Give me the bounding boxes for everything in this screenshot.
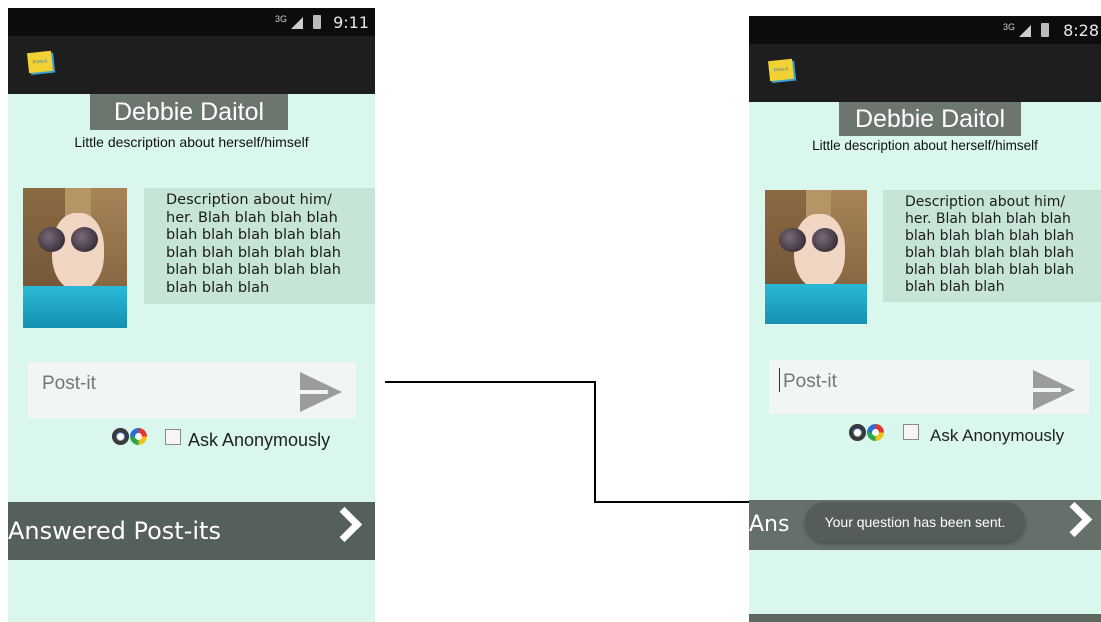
post-it-input[interactable]	[781, 370, 985, 394]
profile-subtitle: Little description about herself/himself	[812, 138, 1038, 153]
flow-arrow	[385, 381, 800, 509]
send-icon[interactable]	[300, 372, 342, 412]
send-icon[interactable]	[1033, 370, 1075, 410]
toast-message: Your question has been sent.	[805, 502, 1025, 542]
chevron-right-icon	[326, 506, 363, 543]
profile-avatar	[765, 190, 867, 324]
status-bar: 3G 8:28	[749, 16, 1101, 44]
color-wheel-icon[interactable]	[112, 428, 129, 445]
color-picker-icon[interactable]	[867, 424, 884, 441]
profile-name: Debbie Daitol	[839, 102, 1021, 136]
action-bar: Post-it	[749, 44, 1101, 102]
answered-post-its-label: Answered Post-its	[8, 517, 221, 545]
post-it-box	[769, 360, 1089, 414]
chevron-right-icon	[1056, 501, 1093, 538]
text-cursor	[779, 368, 780, 392]
signal-icon	[1019, 25, 1031, 37]
ask-anonymously-checkbox[interactable]	[165, 429, 181, 445]
right-phone-screen: 3G 8:28 Post-it Debbie Daitol Little des…	[749, 16, 1101, 622]
answered-post-its-label: Ans	[749, 512, 790, 537]
post-it-box	[28, 362, 356, 418]
profile-subtitle: Little description about herself/himself	[74, 134, 309, 150]
battery-icon	[1041, 23, 1049, 37]
logo-icon[interactable]: Post-it	[768, 58, 794, 82]
network-type: 3G	[274, 14, 287, 24]
signal-icon	[291, 17, 303, 29]
profile-description: Description about him/ her. Blah blah bl…	[883, 190, 1101, 302]
action-bar: Post-it	[8, 36, 375, 94]
logo-icon[interactable]: Post-it	[27, 50, 53, 74]
battery-icon	[313, 15, 321, 29]
ask-anonymously-label: Ask Anonymously	[930, 426, 1065, 445]
bottom-edge	[749, 614, 1101, 622]
profile-description: Description about him/ her. Blah blah bl…	[144, 188, 375, 304]
profile-name: Debbie Daitol	[90, 94, 288, 130]
ask-anonymously-label: Ask Anonymously	[188, 430, 331, 450]
network-type: 3G	[1002, 22, 1015, 32]
color-picker-icon[interactable]	[130, 428, 147, 445]
profile-avatar	[23, 188, 127, 328]
status-time: 8:28	[1063, 21, 1099, 40]
color-wheel-icon[interactable]	[849, 424, 866, 441]
status-time: 9:11	[333, 13, 369, 32]
status-bar: 3G 9:11	[8, 8, 375, 36]
ask-anonymously-checkbox[interactable]	[903, 424, 919, 440]
left-phone-screen: 3G 9:11 Post-it Debbie Daitol Little des…	[8, 8, 375, 622]
answered-post-its-button[interactable]: Answered Post-its	[8, 502, 375, 560]
post-it-input[interactable]	[40, 372, 244, 396]
